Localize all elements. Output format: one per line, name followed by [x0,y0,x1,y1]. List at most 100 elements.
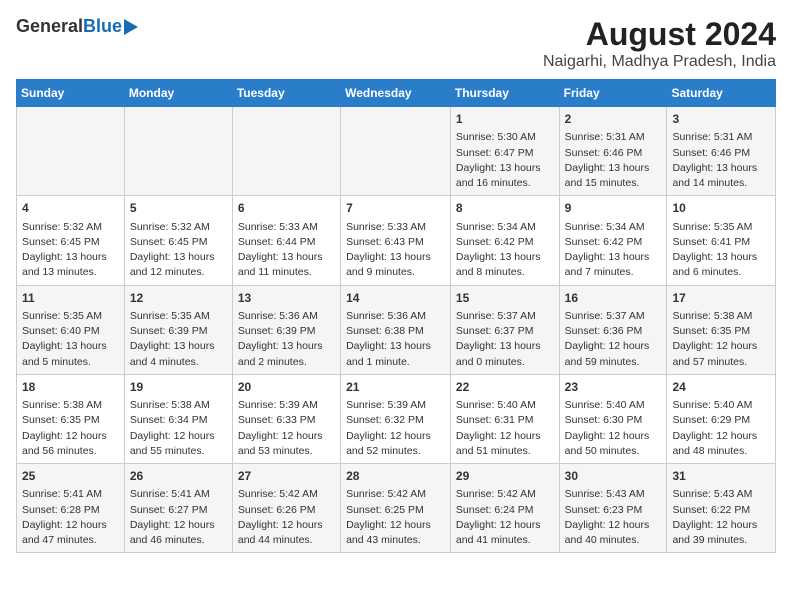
day-info: Daylight: 12 hours and 48 minutes. [672,429,770,459]
day-number: 2 [565,111,662,128]
header-cell-wednesday: Wednesday [341,80,451,107]
week-row-2: 4Sunrise: 5:32 AMSunset: 6:45 PMDaylight… [17,196,776,285]
calendar-cell: 26Sunrise: 5:41 AMSunset: 6:27 PMDayligh… [124,464,232,553]
day-info: Sunrise: 5:38 AM [22,398,119,413]
calendar-cell [17,107,125,196]
calendar-cell [124,107,232,196]
day-number: 25 [22,468,119,485]
day-info: Daylight: 12 hours and 47 minutes. [22,518,119,548]
calendar-body: 1Sunrise: 5:30 AMSunset: 6:47 PMDaylight… [17,107,776,553]
day-info: Sunrise: 5:37 AM [565,309,662,324]
calendar-cell: 7Sunrise: 5:33 AMSunset: 6:43 PMDaylight… [341,196,451,285]
day-info: Sunset: 6:34 PM [130,413,227,428]
calendar-cell: 21Sunrise: 5:39 AMSunset: 6:32 PMDayligh… [341,374,451,463]
header-cell-saturday: Saturday [667,80,776,107]
day-number: 17 [672,290,770,307]
day-info: Sunrise: 5:40 AM [672,398,770,413]
calendar-cell: 16Sunrise: 5:37 AMSunset: 6:36 PMDayligh… [559,285,667,374]
calendar-cell: 13Sunrise: 5:36 AMSunset: 6:39 PMDayligh… [232,285,340,374]
calendar-cell: 18Sunrise: 5:38 AMSunset: 6:35 PMDayligh… [17,374,125,463]
day-info: Daylight: 12 hours and 56 minutes. [22,429,119,459]
day-info: Daylight: 12 hours and 46 minutes. [130,518,227,548]
day-info: Sunrise: 5:42 AM [346,487,445,502]
day-info: Daylight: 12 hours and 51 minutes. [456,429,554,459]
day-info: Sunset: 6:23 PM [565,503,662,518]
day-number: 5 [130,200,227,217]
day-info: Daylight: 13 hours and 5 minutes. [22,339,119,369]
calendar-cell: 3Sunrise: 5:31 AMSunset: 6:46 PMDaylight… [667,107,776,196]
calendar-cell: 14Sunrise: 5:36 AMSunset: 6:38 PMDayligh… [341,285,451,374]
calendar-cell: 2Sunrise: 5:31 AMSunset: 6:46 PMDaylight… [559,107,667,196]
day-info: Daylight: 12 hours and 55 minutes. [130,429,227,459]
day-number: 6 [238,200,335,217]
calendar-cell: 29Sunrise: 5:42 AMSunset: 6:24 PMDayligh… [450,464,559,553]
day-info: Sunrise: 5:43 AM [565,487,662,502]
calendar-cell: 15Sunrise: 5:37 AMSunset: 6:37 PMDayligh… [450,285,559,374]
day-info: Daylight: 13 hours and 4 minutes. [130,339,227,369]
calendar-cell: 12Sunrise: 5:35 AMSunset: 6:39 PMDayligh… [124,285,232,374]
day-info: Sunrise: 5:34 AM [456,220,554,235]
day-number: 29 [456,468,554,485]
day-number: 15 [456,290,554,307]
calendar-cell [232,107,340,196]
page-header: General Blue August 2024 Naigarhi, Madhy… [16,16,776,71]
day-number: 8 [456,200,554,217]
title-block: August 2024 Naigarhi, Madhya Pradesh, In… [543,16,776,71]
header-cell-sunday: Sunday [17,80,125,107]
day-info: Sunset: 6:22 PM [672,503,770,518]
day-info: Daylight: 13 hours and 8 minutes. [456,250,554,280]
day-info: Sunrise: 5:35 AM [22,309,119,324]
day-info: Sunrise: 5:32 AM [130,220,227,235]
day-number: 13 [238,290,335,307]
calendar-cell: 11Sunrise: 5:35 AMSunset: 6:40 PMDayligh… [17,285,125,374]
day-info: Sunrise: 5:40 AM [565,398,662,413]
day-info: Sunset: 6:44 PM [238,235,335,250]
calendar-header: SundayMondayTuesdayWednesdayThursdayFrid… [17,80,776,107]
day-number: 23 [565,379,662,396]
day-info: Sunrise: 5:39 AM [346,398,445,413]
logo-arrow-icon [124,19,138,35]
day-info: Daylight: 12 hours and 57 minutes. [672,339,770,369]
day-info: Sunrise: 5:39 AM [238,398,335,413]
calendar-cell: 24Sunrise: 5:40 AMSunset: 6:29 PMDayligh… [667,374,776,463]
day-info: Sunset: 6:28 PM [22,503,119,518]
day-number: 11 [22,290,119,307]
header-cell-monday: Monday [124,80,232,107]
calendar-cell: 22Sunrise: 5:40 AMSunset: 6:31 PMDayligh… [450,374,559,463]
day-info: Sunrise: 5:30 AM [456,130,554,145]
day-info: Daylight: 13 hours and 7 minutes. [565,250,662,280]
header-cell-tuesday: Tuesday [232,80,340,107]
day-info: Sunset: 6:42 PM [565,235,662,250]
day-number: 7 [346,200,445,217]
day-info: Sunrise: 5:34 AM [565,220,662,235]
day-info: Sunrise: 5:33 AM [346,220,445,235]
day-number: 31 [672,468,770,485]
day-info: Daylight: 12 hours and 52 minutes. [346,429,445,459]
calendar-cell: 6Sunrise: 5:33 AMSunset: 6:44 PMDaylight… [232,196,340,285]
logo-blue-text: Blue [83,16,122,37]
day-info: Sunset: 6:31 PM [456,413,554,428]
calendar-cell: 17Sunrise: 5:38 AMSunset: 6:35 PMDayligh… [667,285,776,374]
day-info: Sunrise: 5:42 AM [456,487,554,502]
day-info: Sunset: 6:29 PM [672,413,770,428]
header-cell-thursday: Thursday [450,80,559,107]
day-info: Sunset: 6:27 PM [130,503,227,518]
day-number: 18 [22,379,119,396]
day-info: Daylight: 13 hours and 9 minutes. [346,250,445,280]
calendar-cell: 19Sunrise: 5:38 AMSunset: 6:34 PMDayligh… [124,374,232,463]
week-row-1: 1Sunrise: 5:30 AMSunset: 6:47 PMDaylight… [17,107,776,196]
day-info: Sunrise: 5:33 AM [238,220,335,235]
day-info: Daylight: 12 hours and 39 minutes. [672,518,770,548]
week-row-4: 18Sunrise: 5:38 AMSunset: 6:35 PMDayligh… [17,374,776,463]
calendar-cell: 30Sunrise: 5:43 AMSunset: 6:23 PMDayligh… [559,464,667,553]
day-info: Sunrise: 5:40 AM [456,398,554,413]
calendar-cell: 27Sunrise: 5:42 AMSunset: 6:26 PMDayligh… [232,464,340,553]
day-number: 19 [130,379,227,396]
day-info: Sunset: 6:42 PM [456,235,554,250]
logo-general-text: General [16,16,83,37]
day-info: Sunrise: 5:35 AM [130,309,227,324]
day-info: Sunset: 6:46 PM [672,146,770,161]
day-info: Sunset: 6:35 PM [672,324,770,339]
day-info: Daylight: 12 hours and 43 minutes. [346,518,445,548]
day-info: Daylight: 13 hours and 14 minutes. [672,161,770,191]
